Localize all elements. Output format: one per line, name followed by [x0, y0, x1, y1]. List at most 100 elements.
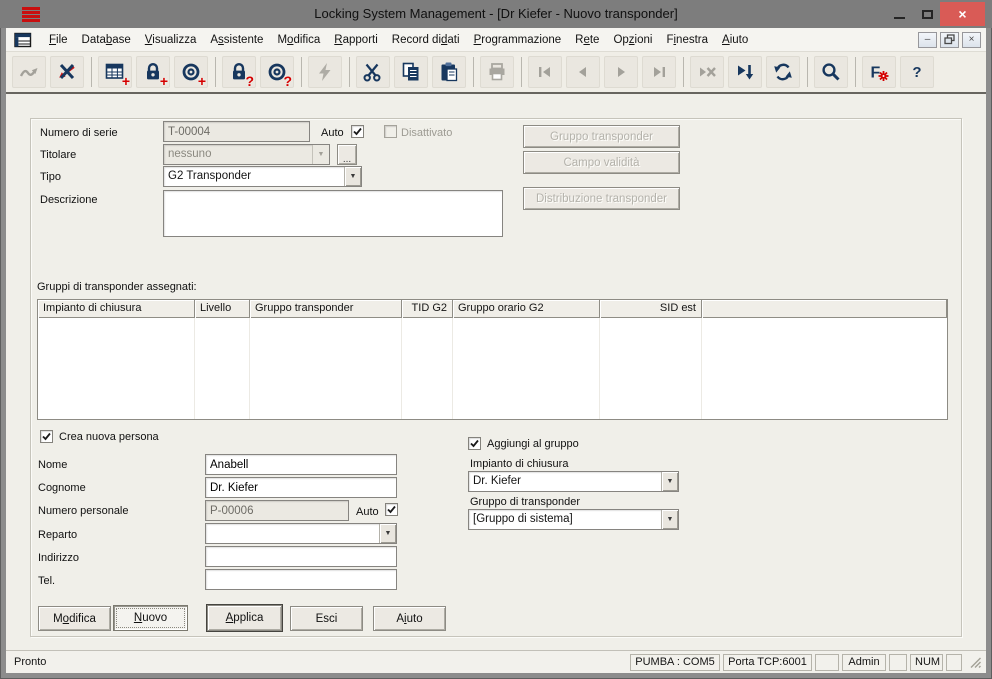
department-combo[interactable]: ▼: [205, 523, 397, 544]
department-value: [206, 524, 379, 543]
transponder-group-combo[interactable]: [Gruppo di sistema] ▼: [468, 509, 679, 530]
create-person-checkbox[interactable]: [40, 430, 53, 443]
document-window-icon[interactable]: [14, 32, 32, 48]
new-transponder-icon[interactable]: +: [174, 56, 208, 88]
help-icon[interactable]: ?: [900, 56, 934, 88]
status-empty-panel: [946, 654, 962, 671]
disattivato-label: Disattivato: [401, 127, 452, 139]
maximize-button[interactable]: [914, 2, 940, 26]
cancel-record-icon: [690, 56, 724, 88]
name-input[interactable]: [205, 454, 397, 475]
address-label: Indirizzo: [38, 552, 79, 564]
minimize-button[interactable]: [886, 2, 912, 26]
description-textarea[interactable]: [163, 190, 503, 237]
locking-system-value: Dr. Kiefer: [469, 472, 661, 491]
check-icon: [386, 504, 397, 515]
gruppo-transponder-label: Gruppo transponder: [550, 131, 653, 143]
distribuzione-transponder-label: Distribuzione transponder: [536, 193, 667, 205]
menu-programmazione[interactable]: Programmazione: [467, 30, 569, 50]
check-icon: [41, 431, 52, 442]
menu-modifica[interactable]: Modifica: [270, 30, 327, 50]
menu-opzioni[interactable]: Opzioni: [606, 30, 659, 50]
add-to-group-checkbox[interactable]: [468, 437, 481, 450]
toolbar-separator: [807, 57, 808, 87]
esci-button[interactable]: Esci: [290, 606, 363, 631]
cut-icon[interactable]: [356, 56, 390, 88]
paste-icon[interactable]: [432, 56, 466, 88]
column-livello: Livello: [195, 300, 250, 318]
app-window: Locking System Management - [Dr Kiefer -…: [0, 0, 992, 679]
campo-validita-label: Campo validità: [563, 157, 639, 169]
modifica-button[interactable]: Modifica: [38, 606, 111, 631]
description-label: Descrizione: [40, 194, 97, 206]
auto-serial-checkbox[interactable]: [351, 125, 364, 138]
menu-visualizza[interactable]: Visualizza: [138, 30, 204, 50]
menu-record-didati[interactable]: Record didati: [385, 30, 467, 50]
owner-browse-button[interactable]: ...: [337, 144, 357, 165]
previous-record-icon: [566, 56, 600, 88]
type-label: Tipo: [40, 171, 61, 183]
goto-record-icon[interactable]: [728, 56, 762, 88]
status-bar: Pronto PUMBA : COM5 Porta TCP:6001 Admin…: [6, 650, 986, 673]
menu-file[interactable]: File: [42, 30, 75, 50]
esci-label: Esci: [316, 613, 338, 625]
auto-number-label: Auto: [356, 506, 379, 518]
chevron-down-icon: ▼: [379, 524, 396, 543]
nuovo-button[interactable]: Nuovo: [113, 605, 188, 631]
jump-arrow-icon: [12, 56, 46, 88]
new-locking-system-icon[interactable]: +: [98, 56, 132, 88]
menu-database[interactable]: Database: [75, 30, 138, 50]
menu-assistente[interactable]: Assistente: [203, 30, 270, 50]
toolbar-separator: [683, 57, 684, 87]
type-combo[interactable]: G2 Transponder ▼: [163, 166, 362, 187]
maximize-icon: [922, 10, 933, 19]
column-tid-g2: TID G2: [402, 300, 453, 318]
read-lock-icon[interactable]: ?: [222, 56, 256, 88]
department-label: Reparto: [38, 529, 77, 541]
menu-rapporti[interactable]: Rapporti: [327, 30, 384, 50]
title-bar: Locking System Management - [Dr Kiefer -…: [0, 0, 992, 28]
menu-bar: File Database Visualizza Assistente Modi…: [6, 28, 986, 52]
groups-table[interactable]: Impianto di chiusura Livello Gruppo tran…: [37, 299, 948, 420]
new-lock-icon[interactable]: +: [136, 56, 170, 88]
phone-input[interactable]: [205, 569, 397, 590]
filter-options-icon[interactable]: F: [862, 56, 896, 88]
read-transponder-icon[interactable]: ?: [260, 56, 294, 88]
toolbar-separator: [855, 57, 856, 87]
column-impianto: Impianto di chiusura: [38, 300, 195, 318]
copy-icon[interactable]: [394, 56, 428, 88]
auto-number-checkbox[interactable]: [385, 503, 398, 516]
surname-label: Cognome: [38, 482, 86, 494]
menu-aiuto[interactable]: Aiuto: [715, 30, 755, 50]
groups-table-header: Impianto di chiusura Livello Gruppo tran…: [38, 300, 947, 318]
mdi-close-button[interactable]: ×: [962, 32, 981, 48]
address-input[interactable]: [205, 546, 397, 567]
transponder-group-label: Gruppo di transponder: [470, 496, 580, 508]
search-icon[interactable]: [814, 56, 848, 88]
status-numlock: NUM: [910, 654, 943, 671]
reset-transponder-icon[interactable]: [50, 56, 84, 88]
mdi-restore-button[interactable]: [940, 32, 959, 48]
aiuto-button[interactable]: Aiuto: [373, 606, 446, 631]
chevron-down-icon: ▼: [344, 167, 361, 186]
chevron-down-icon: ▼: [661, 472, 678, 491]
close-button[interactable]: ×: [940, 2, 985, 26]
distribuzione-transponder-button: Distribuzione transponder: [523, 187, 680, 210]
owner-value: nessuno: [164, 145, 312, 164]
applica-button[interactable]: Applica: [207, 605, 282, 631]
column-gruppo-transponder: Gruppo transponder: [250, 300, 402, 318]
menu-finestra[interactable]: Finestra: [659, 30, 715, 50]
resize-grip[interactable]: [969, 656, 982, 669]
toolbar-separator: [349, 57, 350, 87]
refresh-icon[interactable]: [766, 56, 800, 88]
next-record-icon: [604, 56, 638, 88]
mdi-minimize-button[interactable]: –: [918, 32, 937, 48]
disattivato-checkbox: [384, 125, 397, 138]
question-badge: ?: [245, 74, 254, 88]
status-panels: PUMBA : COM5 Porta TCP:6001 Admin NUM: [630, 654, 982, 671]
personnel-number-input: [205, 500, 349, 521]
surname-input[interactable]: [205, 477, 397, 498]
chevron-down-icon: ▼: [312, 145, 329, 164]
menu-rete[interactable]: Rete: [568, 30, 606, 50]
locking-system-combo[interactable]: Dr. Kiefer ▼: [468, 471, 679, 492]
